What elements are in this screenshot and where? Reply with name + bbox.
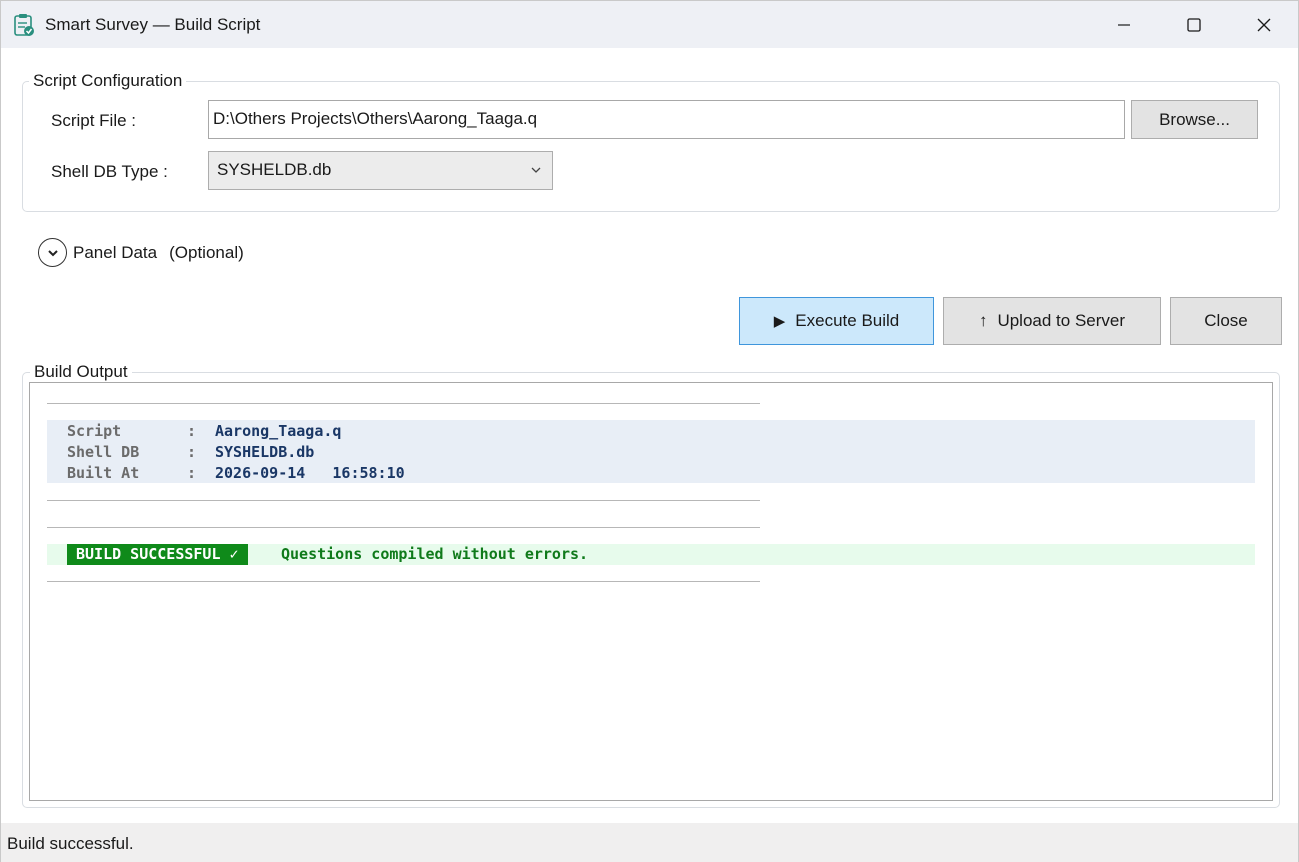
close-window-button[interactable]: [1229, 1, 1299, 48]
title-bar: Smart Survey — Build Script: [1, 1, 1298, 48]
info-key: Script: [67, 422, 122, 440]
chevron-down-icon: [531, 167, 541, 173]
shell-db-label: Shell DB Type :: [51, 162, 168, 181]
info-colon: :: [187, 464, 197, 482]
status-bar: Build successful.: [1, 823, 1298, 862]
maximize-icon: [1187, 17, 1201, 32]
info-row-built-at: Built At : 2026-09-14 16:58:10: [67, 464, 405, 485]
info-value: SYSHELDB.db: [215, 443, 315, 461]
build-script-window: Smart Survey — Build Script Script Confi…: [0, 0, 1299, 862]
build-info-block: Script : Aarong_Taaga.q Shell DB : SYSHE…: [47, 420, 1255, 483]
panel-data-optional: (Optional): [169, 242, 244, 262]
panel-data-label: Panel Data: [73, 242, 158, 262]
panel-data-expander[interactable]: Panel Data (Optional): [38, 238, 244, 267]
separator-line: [47, 527, 760, 528]
build-output-log[interactable]: Script : Aarong_Taaga.q Shell DB : SYSHE…: [29, 382, 1273, 801]
info-key: Shell DB: [67, 443, 140, 461]
minimize-icon: [1118, 23, 1130, 26]
info-row-script: Script : Aarong_Taaga.q: [67, 422, 341, 443]
build-result-row: BUILD SUCCESSFUL ✓ Questions compiled wi…: [47, 544, 1255, 565]
close-button[interactable]: Close: [1170, 297, 1282, 345]
info-value: Aarong_Taaga.q: [215, 422, 342, 440]
close-icon: [1257, 18, 1271, 31]
info-colon: :: [187, 443, 197, 461]
browse-label: Browse...: [1159, 109, 1230, 129]
build-result-message: Questions compiled without errors.: [281, 545, 589, 563]
close-label: Close: [1204, 311, 1248, 330]
minimize-button[interactable]: [1089, 1, 1159, 48]
info-key: Built At: [67, 464, 140, 482]
info-row-shell-db: Shell DB : SYSHELDB.db: [67, 443, 314, 464]
expand-chevron-icon: [38, 238, 67, 267]
info-colon: :: [187, 422, 197, 440]
info-value: 2026-09-14 16:58:10: [215, 464, 405, 482]
upload-to-server-label: Upload to Server: [997, 311, 1126, 330]
shell-db-select[interactable]: SYSHELDB.db: [208, 151, 553, 190]
window-title: Smart Survey — Build Script: [45, 15, 261, 34]
shell-db-value: SYSHELDB.db: [217, 160, 332, 179]
browse-button[interactable]: Browse...: [1131, 100, 1258, 139]
build-output-title: Build Output: [30, 362, 132, 382]
maximize-button[interactable]: [1159, 1, 1229, 48]
status-text: Build successful.: [7, 834, 134, 853]
separator-line: [47, 581, 760, 582]
script-file-label: Script File :: [51, 111, 137, 130]
build-successful-badge: BUILD SUCCESSFUL ✓: [67, 544, 248, 565]
play-icon: ▶: [773, 313, 786, 330]
upload-to-server-button[interactable]: ↑ Upload to Server: [943, 297, 1161, 345]
separator-line: [47, 403, 760, 404]
clipboard-check-icon: [14, 14, 34, 36]
execute-build-label: Execute Build: [795, 311, 900, 330]
script-file-input[interactable]: D:\Others Projects\Others\Aarong_Taaga.q: [208, 100, 1125, 139]
script-configuration-title: Script Configuration: [29, 71, 187, 91]
upload-arrow-icon: ↑: [978, 311, 988, 330]
separator-line: [47, 500, 760, 501]
execute-build-button[interactable]: ▶ Execute Build: [739, 297, 934, 345]
